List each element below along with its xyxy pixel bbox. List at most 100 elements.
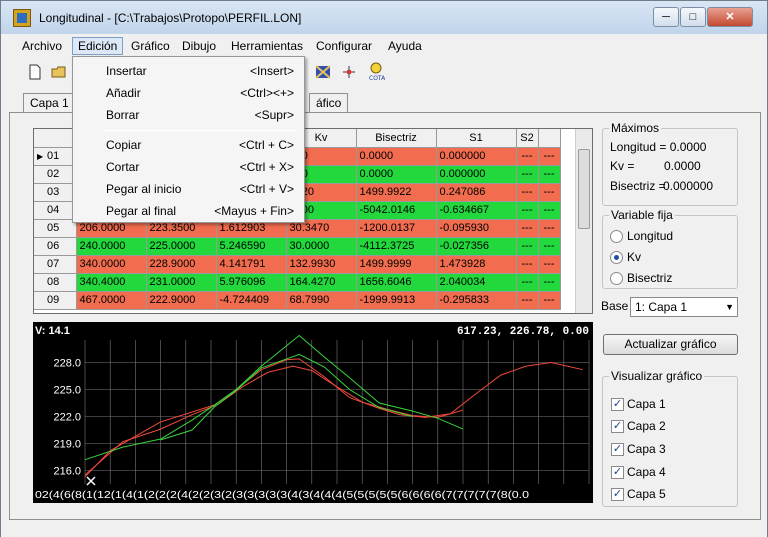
table-cell[interactable]: --- [516,165,539,184]
table-cell[interactable]: 1499.9922 [356,183,437,202]
grid-scrollbar[interactable] [575,129,592,313]
table-cell[interactable]: 340.0000 [76,255,147,274]
table-cell[interactable]: 0.000000 [436,147,517,166]
row-header[interactable]: 03 [34,183,77,202]
table-row[interactable]: 06 240.0000 225.0000 5.246590 30.0000 -4112.3… [34,237,561,256]
menu-configurar[interactable]: Configurar [311,37,377,55]
table-cell[interactable]: 1.473928 [436,255,517,274]
menu-item-borrar[interactable]: Borrar <Supr> [73,104,304,126]
checkbox-capa-1[interactable]: ✓ [611,398,624,411]
table-cell[interactable]: 30.0000 [286,237,357,256]
menu-item-pegar-final[interactable]: Pegar al final <Mayus + Fin> [73,200,304,222]
table-cell[interactable]: -0.095930 [436,219,517,238]
table-cell[interactable]: --- [516,201,539,220]
row-header[interactable]: 06 [34,237,77,256]
checkbox-capa-1-label[interactable]: Capa 1 [627,397,666,411]
table-cell[interactable]: 5.246590 [216,237,287,256]
row-header[interactable]: ▶ 01 [34,147,77,166]
checkbox-capa-3[interactable]: ✓ [611,443,624,456]
menu-item-anadir[interactable]: Añadir <Ctrl><+> [73,82,304,104]
table-cell[interactable]: --- [538,219,561,238]
checkbox-capa-2[interactable]: ✓ [611,420,624,433]
table-cell[interactable]: --- [516,237,539,256]
table-cell[interactable]: 0.0000 [356,147,437,166]
menu-item-copiar[interactable]: Copiar <Ctrl + C> [73,134,304,156]
checkbox-capa-4-label[interactable]: Capa 4 [627,465,666,479]
tab-capa-1[interactable]: Capa 1 [23,93,76,113]
radio-bisectriz-label[interactable]: Bisectriz [627,271,672,285]
table-cell[interactable]: 5.976096 [216,273,287,292]
table-cell[interactable]: 2.040034 [436,273,517,292]
col-header-kv[interactable]: Bisectriz [356,129,437,148]
checkbox-capa-4[interactable]: ✓ [611,466,624,479]
table-cell[interactable]: -1200.0137 [356,219,437,238]
checkbox-capa-5[interactable]: ✓ [611,488,624,501]
radio-longitud[interactable] [610,230,623,243]
table-cell[interactable]: -0.295833 [436,291,517,310]
actualizar-grafico-button[interactable]: Actualizar gráfico [603,334,738,355]
table-cell[interactable]: --- [516,147,539,166]
col-header-s2[interactable] [538,129,561,148]
table-cell[interactable]: 240.0000 [76,237,147,256]
table-cell[interactable]: --- [516,255,539,274]
menu-herramientas[interactable]: Herramientas [226,37,308,55]
table-cell[interactable]: 1656.6046 [356,273,437,292]
layers-icon[interactable] [315,64,331,80]
row-header[interactable]: 04 [34,201,77,220]
table-cell[interactable]: -5042.0146 [356,201,437,220]
table-cell[interactable]: --- [516,273,539,292]
menu-item-cortar[interactable]: Cortar <Ctrl + X> [73,156,304,178]
table-cell[interactable]: -0.634667 [436,201,517,220]
row-header[interactable]: 08 [34,273,77,292]
checkbox-capa-2-label[interactable]: Capa 2 [627,419,666,433]
table-cell[interactable]: --- [516,219,539,238]
menu-edicion[interactable]: Edición [72,37,124,55]
row-header[interactable]: 05 [34,219,77,238]
table-cell[interactable]: --- [538,291,561,310]
table-cell[interactable]: 340.4000 [76,273,147,292]
maximize-button[interactable]: □ [680,7,706,27]
row-header[interactable]: 02 [34,165,77,184]
move-points-icon[interactable] [341,64,357,80]
row-header[interactable]: 07 [34,255,77,274]
table-cell[interactable]: 0.247086 [436,183,517,202]
table-cell[interactable]: 222.9000 [146,291,217,310]
table-cell[interactable]: 0.0000 [356,165,437,184]
table-row[interactable]: 08 340.4000 231.0000 5.976096 164.4270 1656.6… [34,273,561,292]
row-header[interactable]: 09 [34,291,77,310]
table-cell[interactable]: -1999.9913 [356,291,437,310]
table-cell[interactable]: --- [516,183,539,202]
tab-grafico[interactable]: áfico [309,93,349,113]
table-cell[interactable]: 467.0000 [76,291,147,310]
cota-icon[interactable]: COTA [367,62,385,82]
table-cell[interactable]: 132.9930 [286,255,357,274]
radio-bisectriz[interactable] [610,272,623,285]
table-cell[interactable]: -4112.3725 [356,237,437,256]
profile-plot[interactable]: 216.0 219.0 222.0 225.0 228.0 V: 14.1 617.23… [33,322,593,503]
table-cell[interactable]: 225.0000 [146,237,217,256]
table-cell[interactable]: 0.000000 [436,165,517,184]
table-cell[interactable]: --- [516,291,539,310]
menu-archivo[interactable]: Archivo [17,37,67,55]
menu-item-pegar-inicio[interactable]: Pegar al inicio <Ctrl + V> [73,178,304,200]
table-cell[interactable]: 228.9000 [146,255,217,274]
checkbox-capa-3-label[interactable]: Capa 3 [627,442,666,456]
radio-longitud-label[interactable]: Longitud [627,229,673,243]
menu-item-insertar[interactable]: Insertar <Insert> [73,60,304,82]
close-button[interactable]: ✕ [707,7,753,27]
new-file-icon[interactable] [27,64,43,80]
checkbox-capa-5-label[interactable]: Capa 5 [627,487,666,501]
minimize-button[interactable]: ─ [653,7,679,27]
menu-grafico[interactable]: Gráfico [126,37,175,55]
table-cell[interactable]: 4.141791 [216,255,287,274]
table-row[interactable]: 07 340.0000 228.9000 4.141791 132.9930 1499.9… [34,255,561,274]
chevron-down-icon[interactable]: ▼ [725,298,734,316]
table-cell[interactable]: -0.027356 [436,237,517,256]
table-cell[interactable]: --- [538,255,561,274]
table-cell[interactable]: --- [538,165,561,184]
col-header-s1[interactable]: S2 [516,129,539,148]
menu-ayuda[interactable]: Ayuda [383,37,427,55]
open-folder-icon[interactable] [51,64,67,80]
base-select[interactable]: 1: Capa 1 ▼ [630,297,738,317]
table-cell[interactable]: --- [538,147,561,166]
